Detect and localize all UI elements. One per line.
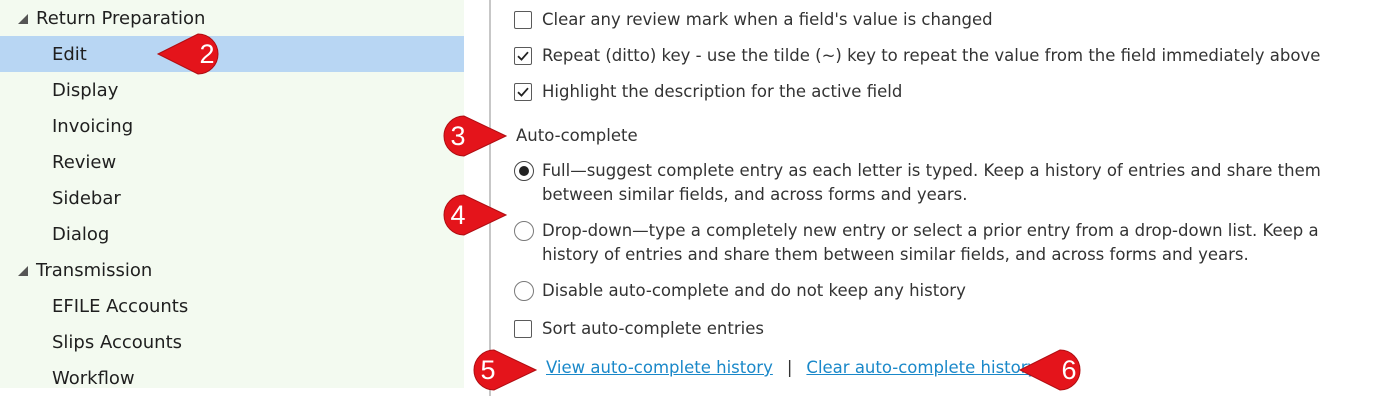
dropdown-radio[interactable] [514, 221, 534, 241]
option-label: Clear any review mark when a field's val… [542, 10, 993, 29]
history-links: View auto-complete history | Clear auto-… [546, 356, 1037, 380]
tree-item-workflow[interactable]: Workflow [0, 360, 464, 396]
option-label: Sort auto-complete entries [542, 319, 764, 338]
tree-item-label: Review [52, 151, 117, 173]
full-radio[interactable] [514, 161, 534, 181]
option-autocomplete-disable[interactable]: Disable auto-complete and do not keep an… [514, 279, 966, 303]
option-label: Full—suggest complete entry as each lett… [542, 161, 1321, 204]
option-autocomplete-dropdown[interactable]: Drop-down—type a completely new entry or… [514, 219, 1377, 267]
clear-history-link[interactable]: Clear auto-complete history [806, 356, 1037, 380]
callout-number: 2 [199, 39, 215, 69]
option-label: Disable auto-complete and do not keep an… [542, 281, 966, 300]
option-label: Drop-down—type a completely new entry or… [542, 221, 1319, 264]
callout-3: 3 [424, 114, 508, 158]
checkmark-icon [517, 51, 529, 61]
view-history-link[interactable]: View auto-complete history [546, 356, 773, 380]
option-clear-review-mark[interactable]: Clear any review mark when a field's val… [514, 8, 993, 32]
auto-complete-heading: Auto-complete [516, 126, 638, 145]
tree-item-label: EFILE Accounts [52, 295, 189, 317]
tree-group-label: Return Preparation [36, 7, 206, 29]
option-label: Repeat (ditto) key - use the tilde (~) k… [542, 46, 1321, 65]
tree-item-review[interactable]: Review [0, 144, 464, 180]
option-autocomplete-full[interactable]: Full—suggest complete entry as each lett… [514, 159, 1377, 207]
clear-review-checkbox[interactable] [514, 11, 532, 29]
tree-item-label: Dialog [52, 223, 110, 245]
repeat-key-checkbox[interactable] [514, 47, 532, 65]
tree-item-label: Sidebar [52, 187, 121, 209]
callout-6: 6 [1018, 348, 1104, 392]
sort-entries-checkbox[interactable] [514, 320, 532, 338]
radio-dot [519, 166, 529, 176]
tree-item-display[interactable]: Display [0, 72, 464, 108]
tree-item-label: Display [52, 79, 119, 101]
tree-item-dialog[interactable]: Dialog [0, 216, 464, 252]
tree-group-transmission[interactable]: Transmission [0, 252, 464, 288]
tree-item-label: Invoicing [52, 115, 134, 137]
link-separator: | [786, 358, 793, 377]
callout-number: 3 [450, 121, 466, 151]
expanded-caret-icon[interactable] [18, 266, 28, 276]
callout-2: 2 [156, 32, 242, 76]
tree-item-label: Edit [52, 43, 87, 65]
tree-item-label: Slips Accounts [52, 331, 183, 353]
callout-number: 4 [450, 200, 466, 230]
callout-4: 4 [424, 193, 508, 237]
tree-item-invoicing[interactable]: Invoicing [0, 108, 464, 144]
callout-number: 6 [1061, 355, 1077, 385]
tree-item-slips-accounts[interactable]: Slips Accounts [0, 324, 464, 360]
option-label: Highlight the description for the active… [542, 82, 903, 101]
checkmark-icon [517, 87, 529, 97]
callout-number: 5 [480, 355, 496, 385]
expanded-caret-icon[interactable] [18, 14, 28, 24]
disable-radio[interactable] [514, 281, 534, 301]
option-sort-entries[interactable]: Sort auto-complete entries [514, 317, 764, 341]
tree-group-label: Transmission [36, 259, 153, 281]
tree-group-return-preparation[interactable]: Return Preparation [0, 0, 464, 36]
tree-item-efile-accounts[interactable]: EFILE Accounts [0, 288, 464, 324]
option-highlight-description[interactable]: Highlight the description for the active… [514, 80, 902, 104]
option-repeat-key[interactable]: Repeat (ditto) key - use the tilde (~) k… [514, 44, 1320, 68]
highlight-checkbox[interactable] [514, 83, 532, 101]
callout-5: 5 [454, 348, 538, 392]
tree-item-sidebar[interactable]: Sidebar [0, 180, 464, 216]
tree-item-label: Workflow [52, 367, 135, 389]
